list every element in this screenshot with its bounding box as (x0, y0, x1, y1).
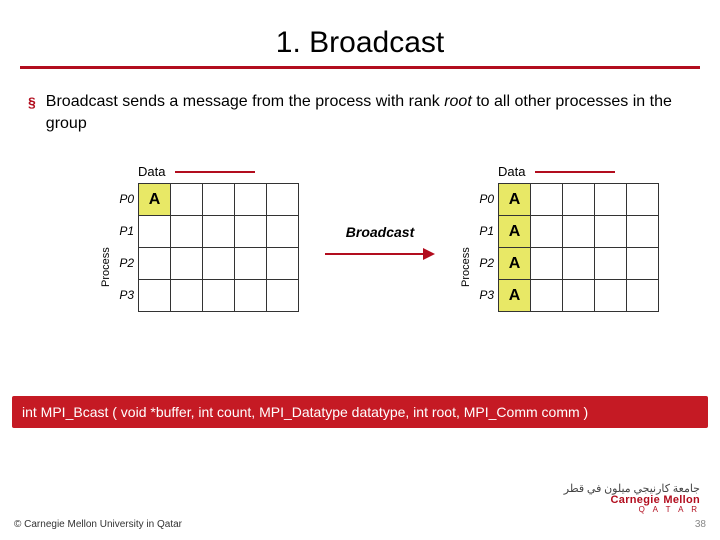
code-signature: int MPI_Bcast ( void *buffer, int count,… (12, 396, 708, 428)
grid-cell (171, 184, 203, 216)
grid-cell: A (499, 248, 531, 280)
grid-cell: A (499, 216, 531, 248)
bullet-item: § Broadcast sends a message from the pro… (0, 91, 720, 134)
title-underline (20, 66, 700, 69)
grid-cell (267, 216, 299, 248)
process-row-label: P0 (476, 183, 498, 215)
grid-cell (627, 280, 659, 312)
grid-cell (203, 184, 235, 216)
broadcast-diagram: Data Process P0P1P2P3 A Broadcast Data P… (0, 164, 720, 374)
grid-cell (531, 280, 563, 312)
bullet-marker: § (28, 91, 36, 112)
grid-cell (595, 216, 627, 248)
grid-cell (563, 248, 595, 280)
grid-cell (267, 184, 299, 216)
process-row-label: P1 (476, 215, 498, 247)
grid-cell: A (499, 280, 531, 312)
process-row-label: P0 (116, 183, 138, 215)
data-axis-line (535, 171, 615, 173)
bullet-text: Broadcast sends a message from the proce… (46, 91, 692, 134)
data-axis-label: Data (138, 164, 165, 179)
grid-cell (139, 280, 171, 312)
before-panel: Data Process P0P1P2P3 A (100, 164, 299, 312)
process-axis-label: Process (460, 183, 472, 312)
grid-cell (203, 216, 235, 248)
grid-cell (531, 184, 563, 216)
grid-cell (563, 280, 595, 312)
grid-cell (171, 248, 203, 280)
data-axis-line (175, 171, 255, 173)
grid-cell (235, 280, 267, 312)
process-row-label: P1 (116, 215, 138, 247)
process-row-label: P2 (476, 247, 498, 279)
grid-cell (627, 184, 659, 216)
grid-cell (171, 280, 203, 312)
grid-cell (235, 248, 267, 280)
arrow-icon (325, 246, 435, 262)
after-grid: AAAA (498, 183, 659, 312)
grid-cell (139, 216, 171, 248)
grid-cell: A (499, 184, 531, 216)
arrow-label: Broadcast (310, 224, 450, 240)
grid-cell (267, 280, 299, 312)
grid-cell (139, 248, 171, 280)
broadcast-arrow-area: Broadcast (310, 224, 450, 262)
copyright-text: © Carnegie Mellon University in Qatar (14, 519, 182, 530)
grid-cell (627, 248, 659, 280)
grid-cell (267, 248, 299, 280)
grid-cell (563, 184, 595, 216)
grid-cell (235, 184, 267, 216)
grid-cell (203, 280, 235, 312)
grid-cell (531, 248, 563, 280)
grid-cell (595, 248, 627, 280)
cmu-qatar-logo: جامعة كارنيجي ميلون في قطر Carnegie Mell… (564, 484, 700, 514)
grid-cell (563, 216, 595, 248)
grid-cell (171, 216, 203, 248)
before-grid: A (138, 183, 299, 312)
grid-cell: A (139, 184, 171, 216)
grid-cell (235, 216, 267, 248)
process-axis-label: Process (100, 183, 112, 312)
after-panel: Data Process P0P1P2P3 AAAA (460, 164, 659, 312)
grid-cell (627, 216, 659, 248)
grid-cell (595, 280, 627, 312)
slide-title: 1. Broadcast (0, 0, 720, 66)
grid-cell (531, 216, 563, 248)
process-row-label: P3 (116, 279, 138, 311)
logo-qatar: Q A T A R (564, 506, 700, 514)
data-axis-label: Data (498, 164, 525, 179)
grid-cell (595, 184, 627, 216)
page-number: 38 (695, 519, 706, 530)
process-row-label: P2 (116, 247, 138, 279)
grid-cell (203, 248, 235, 280)
process-row-label: P3 (476, 279, 498, 311)
